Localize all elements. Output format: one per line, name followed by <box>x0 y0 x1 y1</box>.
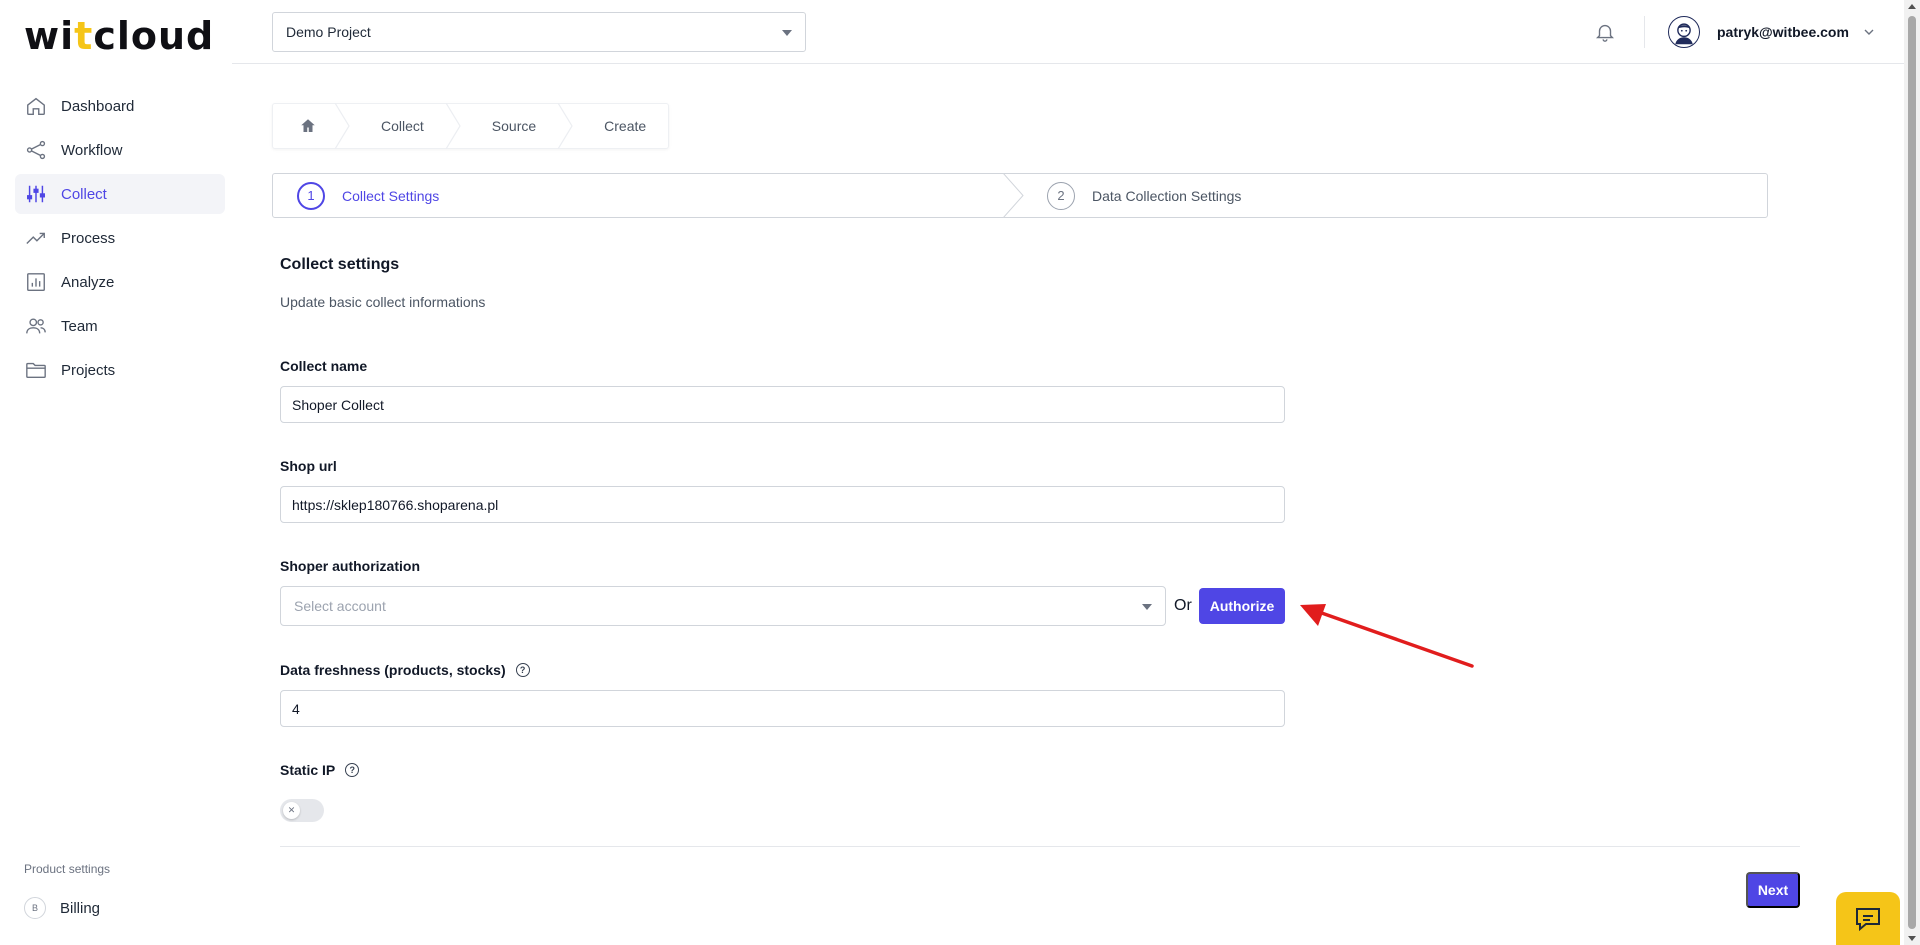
chat-icon <box>1856 907 1880 931</box>
avatar <box>1668 16 1700 48</box>
folder-icon <box>25 359 47 381</box>
home-icon <box>301 119 315 132</box>
logo-text-end: cloud <box>93 14 215 58</box>
collect-name-input[interactable]: Shoper Collect <box>280 386 1285 423</box>
shop-url-input[interactable]: https://sklep180766.shoparena.pl <box>280 486 1285 523</box>
sidebar-nav: Dashboard Workflow Collect Process Analy… <box>15 86 225 394</box>
project-select[interactable]: Demo Project <box>272 12 806 52</box>
help-circle-icon[interactable]: ? <box>345 763 360 777</box>
step-number: 2 <box>1047 181 1075 210</box>
data-freshness-label: Data freshness (products, stocks) <box>280 662 506 678</box>
shop-url-label: Shop url <box>280 458 337 474</box>
scroll-up-icon[interactable] <box>1908 4 1916 9</box>
product-settings-heading: Product settings <box>24 862 111 876</box>
static-ip-toggle[interactable]: ✕ <box>280 799 324 822</box>
logo-text-start: wi <box>24 14 75 58</box>
home-icon <box>25 95 47 117</box>
or-text: Or <box>1174 597 1192 614</box>
witcloud-logo[interactable]: witcloud <box>24 14 214 58</box>
step-label: Collect Settings <box>342 187 440 204</box>
sidebar-item-label: Workflow <box>61 141 123 159</box>
trending-up-icon <box>25 227 47 249</box>
sidebar-item-workflow[interactable]: Workflow <box>15 130 225 170</box>
next-button[interactable]: Next <box>1746 872 1800 908</box>
shoper-authorization-label: Shoper authorization <box>280 558 420 574</box>
section-title: Collect settings <box>280 256 400 273</box>
sidebar-item-label: Team <box>61 317 98 335</box>
sidebar-item-label: Process <box>61 229 116 247</box>
sidebar-item-label: Projects <box>61 361 116 379</box>
users-icon <box>25 315 47 337</box>
user-menu[interactable]: patryk@witbee.com <box>1668 16 1875 48</box>
sidebar-item-team[interactable]: Team <box>15 306 225 346</box>
breadcrumb-label: Source <box>491 118 537 134</box>
breadcrumb-create: Create <box>566 103 668 149</box>
static-ip-label-row: Static IP ? <box>280 762 360 778</box>
static-ip-label: Static IP <box>280 762 336 778</box>
sidebar: witcloud Dashboard Workflow Collect Proc… <box>0 0 232 945</box>
sidebar-item-label: Analyze <box>61 273 115 291</box>
stepper: 1 Collect Settings 2 Data Collection Set… <box>272 173 1768 218</box>
step-number: 1 <box>297 181 325 210</box>
bell-icon[interactable] <box>1594 21 1616 43</box>
sidebar-item-billing[interactable]: B Billing <box>24 897 100 919</box>
breadcrumb: Collect Source Create <box>272 103 670 149</box>
sidebar-item-label: Collect <box>61 185 107 203</box>
sidebar-item-dashboard[interactable]: Dashboard <box>15 86 225 126</box>
caret-down-icon <box>782 30 792 36</box>
chevron-down-icon <box>1864 29 1874 35</box>
chat-widget-button[interactable] <box>1836 892 1900 945</box>
step-data-collection-settings[interactable]: 2 Data Collection Settings <box>1005 174 1767 217</box>
caret-down-icon <box>1142 604 1152 610</box>
collect-name-label: Collect name <box>280 358 368 374</box>
toggle-off-icon: ✕ <box>283 802 300 819</box>
page-scrollbar[interactable] <box>1904 0 1920 945</box>
top-bar: Demo Project patryk@witbee.com <box>232 0 1904 64</box>
data-freshness-input[interactable]: 4 <box>280 690 1285 727</box>
scrollbar-thumb[interactable] <box>1908 16 1916 929</box>
breadcrumb-label: Create <box>604 118 647 134</box>
breadcrumb-label: Collect <box>381 118 424 134</box>
help-circle-icon[interactable]: ? <box>515 663 530 677</box>
account-select[interactable]: Select account <box>280 586 1166 626</box>
account-select-placeholder: Select account <box>294 598 386 614</box>
share-nodes-icon <box>25 139 47 161</box>
sidebar-item-collect[interactable]: Collect <box>15 174 225 214</box>
breadcrumb-home[interactable] <box>273 103 350 149</box>
annotation-arrow <box>1300 604 1474 668</box>
user-email: patryk@witbee.com <box>1717 24 1849 40</box>
breadcrumb-collect[interactable]: Collect <box>343 103 461 149</box>
bar-chart-icon <box>25 271 47 293</box>
sliders-icon <box>25 183 47 205</box>
sidebar-item-label: Dashboard <box>61 97 135 115</box>
step-label: Data Collection Settings <box>1092 187 1242 204</box>
topbar-divider <box>1644 16 1645 48</box>
sidebar-item-analyze[interactable]: Analyze <box>15 262 225 302</box>
billing-badge-icon: B <box>24 897 46 919</box>
section-subtitle: Update basic collect informations <box>280 294 486 310</box>
data-freshness-label-row: Data freshness (products, stocks) ? <box>280 662 530 678</box>
project-select-value: Demo Project <box>286 24 371 40</box>
authorize-button[interactable]: Authorize <box>1199 588 1285 624</box>
logo-text-accent: t <box>74 14 94 58</box>
sidebar-item-label: Billing <box>60 899 101 917</box>
form-divider <box>280 846 1800 847</box>
scroll-down-icon[interactable] <box>1908 936 1916 941</box>
sidebar-item-process[interactable]: Process <box>15 218 225 258</box>
breadcrumb-source[interactable]: Source <box>454 103 573 149</box>
sidebar-item-projects[interactable]: Projects <box>15 350 225 390</box>
step-collect-settings[interactable]: 1 Collect Settings <box>273 173 1024 218</box>
